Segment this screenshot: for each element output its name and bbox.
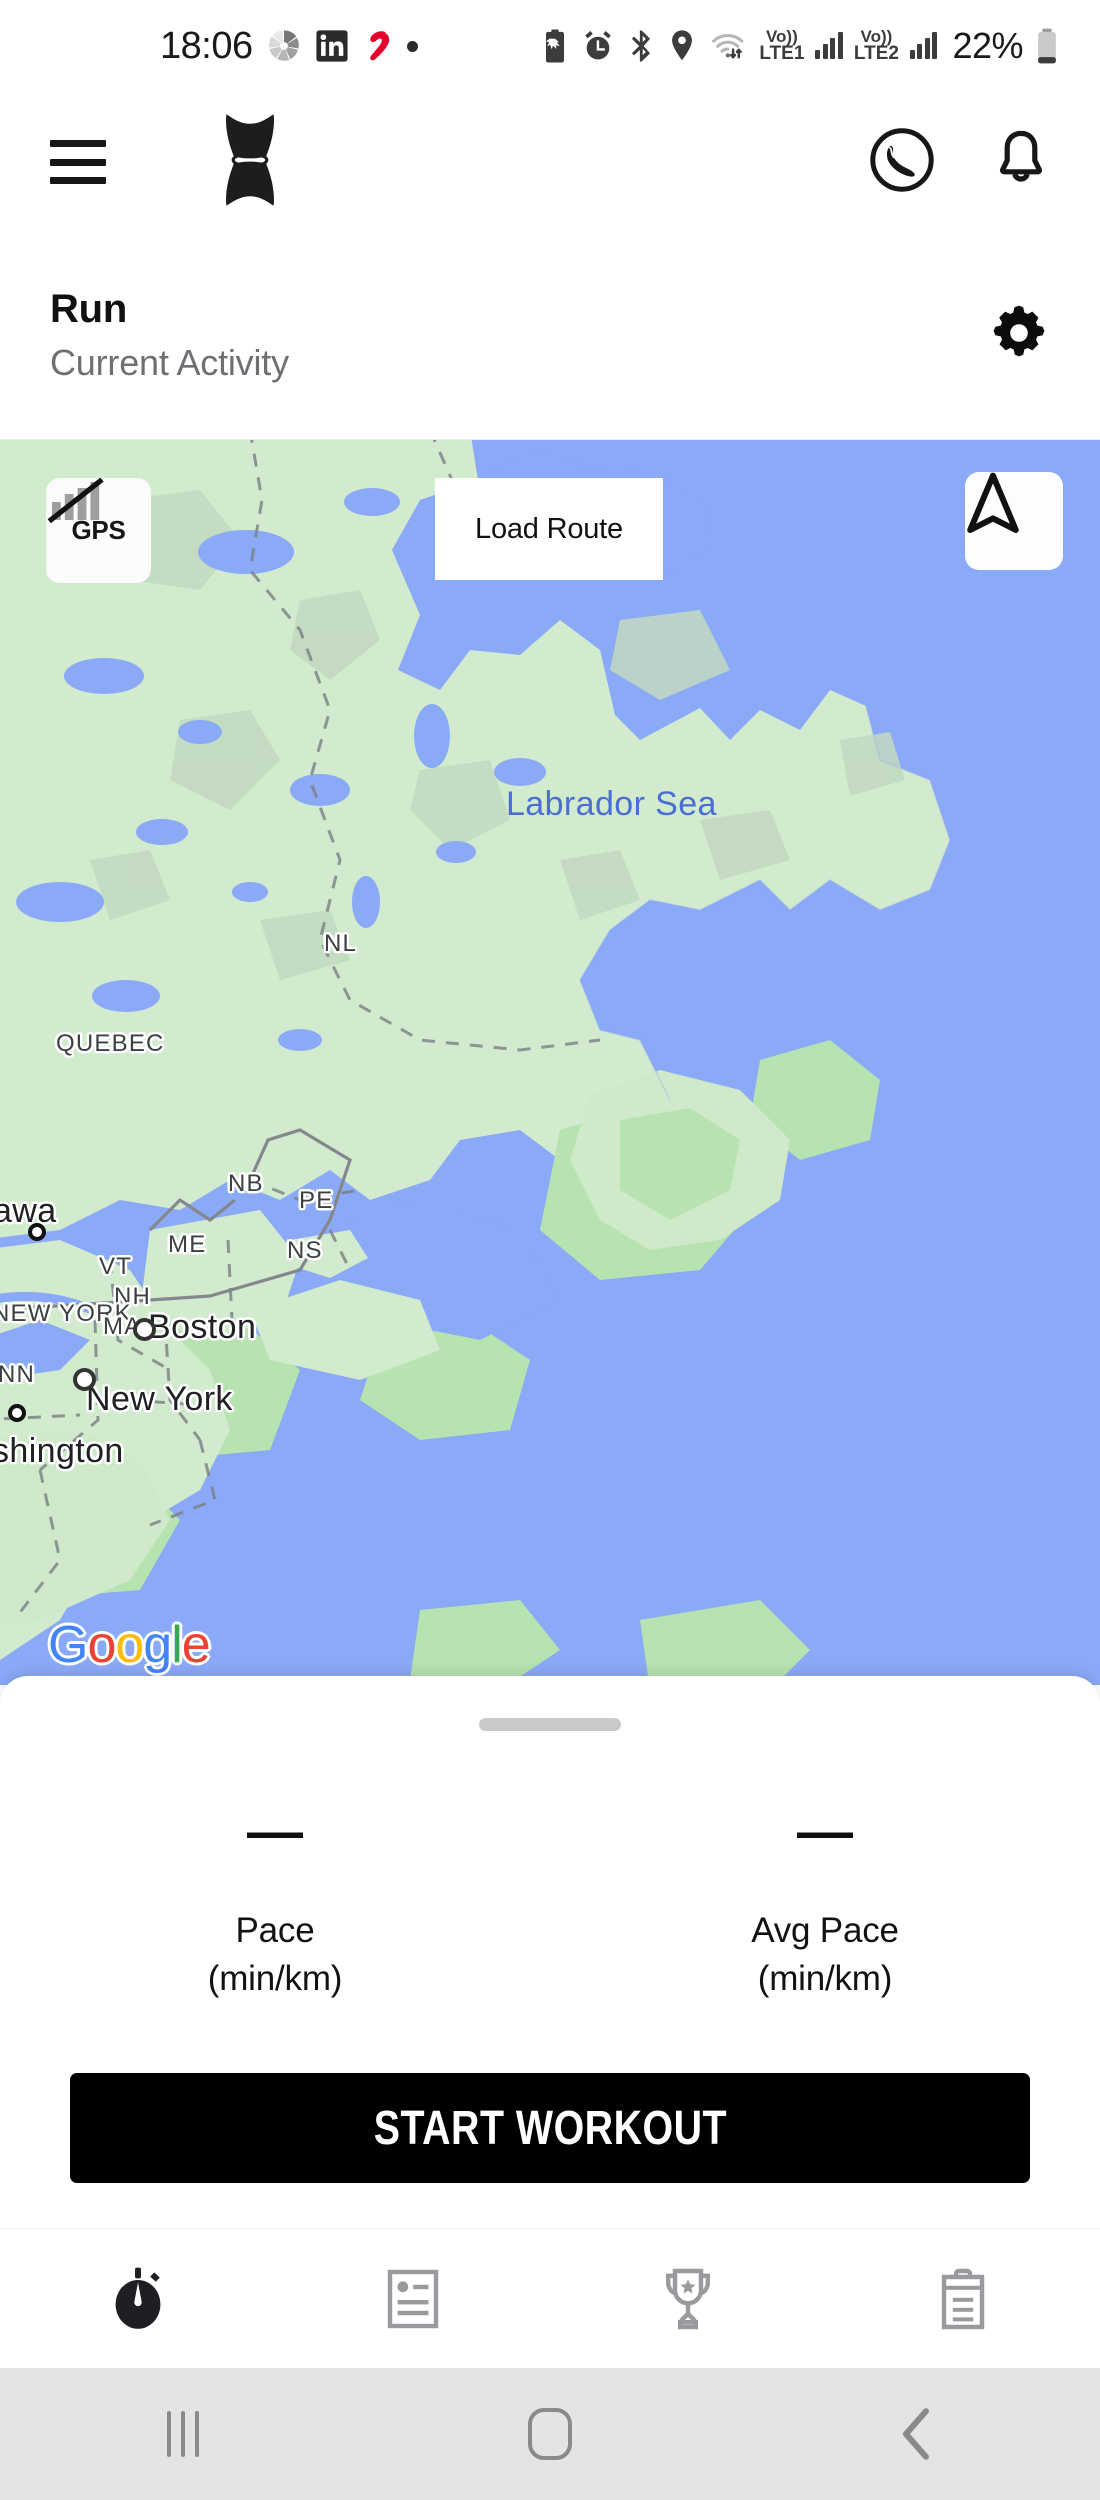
alarm-icon bbox=[585, 30, 612, 60]
start-workout-label: START WORKOUT bbox=[373, 2101, 727, 2155]
sim1-volte-badge: Vo)) LTE1 bbox=[759, 29, 805, 65]
stat-pace-value: — bbox=[247, 1799, 303, 1862]
shoe-in-circle-icon[interactable] bbox=[868, 126, 936, 199]
linkedin-icon bbox=[316, 30, 348, 62]
google-attribution: G o o g l e bbox=[48, 1616, 211, 1674]
sim2-network-label: LTE2 bbox=[853, 43, 899, 65]
battery-icon bbox=[1038, 28, 1056, 64]
sim1-signal-icon bbox=[815, 32, 843, 59]
android-recents-button[interactable] bbox=[0, 2411, 367, 2457]
android-navigation-bar bbox=[0, 2368, 1100, 2500]
wifi-icon bbox=[712, 34, 744, 59]
sim1-network-label: LTE1 bbox=[759, 43, 805, 65]
gps-status-badge[interactable]: GPS bbox=[46, 478, 151, 583]
airtel-icon bbox=[369, 31, 389, 61]
status-bar-right: Vo)) LTE1 Vo)) LTE2 22% bbox=[540, 25, 1060, 67]
back-icon bbox=[902, 2408, 929, 2460]
google-letter-g1: G bbox=[48, 1616, 88, 1674]
gps-signal-off-icon bbox=[47, 478, 104, 524]
map-label-quebec: QUEBEC bbox=[56, 1030, 165, 1057]
map-dot-boston bbox=[133, 1318, 156, 1341]
nav-item-training-plan[interactable] bbox=[825, 2267, 1100, 2331]
app-bar-actions bbox=[868, 126, 1050, 199]
map-label-nb: NB bbox=[228, 1170, 264, 1197]
app-screen: 18:06 Vo)) LTE1 Vo)) LTE2 22% Run Curren… bbox=[0, 0, 1100, 2500]
dot-icon bbox=[406, 40, 418, 52]
map-label-ns: NS bbox=[287, 1237, 323, 1264]
page-title-block: Run Current Activity bbox=[50, 287, 289, 384]
recents-icon bbox=[167, 2411, 200, 2457]
google-letter-l: l bbox=[171, 1616, 183, 1674]
map-label-nl: NL bbox=[324, 930, 358, 957]
google-letter-g2: g bbox=[143, 1616, 172, 1674]
map-view[interactable]: Labrador Sea NL QUEBEC NB PE ME NS VT NH… bbox=[0, 440, 1100, 1685]
gear-icon[interactable] bbox=[988, 302, 1050, 369]
bluetooth-icon bbox=[632, 30, 651, 62]
stat-avg-pace-value: — bbox=[797, 1799, 853, 1862]
map-label-boston: Boston bbox=[148, 1308, 257, 1346]
hamburger-menu-icon[interactable] bbox=[50, 140, 106, 184]
google-letter-o1: o bbox=[87, 1616, 116, 1674]
map-label-pe: PE bbox=[299, 1187, 334, 1214]
sim2-volte-badge: Vo)) LTE2 bbox=[853, 29, 899, 65]
status-bar: 18:06 Vo)) LTE1 Vo)) LTE2 22% bbox=[0, 0, 1100, 92]
start-workout-button[interactable]: START WORKOUT bbox=[70, 2073, 1030, 2183]
android-home-button[interactable] bbox=[367, 2408, 734, 2460]
map-label-me: ME bbox=[168, 1231, 207, 1258]
map-label-ottawa: awa bbox=[0, 1192, 57, 1230]
location-icon bbox=[672, 30, 693, 61]
android-back-button[interactable] bbox=[733, 2408, 1100, 2460]
activity-header: Run Current Activity bbox=[0, 232, 1100, 440]
map-label-washington: shington bbox=[0, 1432, 124, 1470]
feed-card-icon bbox=[387, 2269, 438, 2328]
nav-item-challenges[interactable] bbox=[550, 2267, 825, 2331]
sheet-drag-handle[interactable] bbox=[479, 1718, 621, 1731]
stat-pace-label-line1: Pace bbox=[235, 1911, 315, 1950]
google-letter-e: e bbox=[181, 1616, 211, 1674]
battery-saver-icon bbox=[546, 29, 565, 63]
page-subtitle: Current Activity bbox=[50, 342, 289, 383]
status-bar-left: 18:06 bbox=[160, 25, 418, 68]
stat-pace: — Pace (min/km) bbox=[0, 1803, 550, 2004]
stat-avg-pace: — Avg Pace (min/km) bbox=[550, 1803, 1100, 2004]
nav-item-feed[interactable] bbox=[275, 2268, 550, 2330]
google-letter-o2: o bbox=[115, 1616, 144, 1674]
trophy-icon bbox=[665, 2268, 710, 2329]
stat-pace-label-line2: (min/km) bbox=[207, 1959, 343, 1999]
notification-bell-icon[interactable] bbox=[992, 129, 1050, 196]
map-dot-new-york bbox=[73, 1368, 96, 1391]
map-label-vt: VT bbox=[99, 1253, 133, 1280]
bottom-navigation bbox=[0, 2228, 1100, 2368]
clipboard-icon bbox=[941, 2268, 984, 2329]
home-icon bbox=[528, 2408, 572, 2460]
stat-pace-label: Pace (min/km) bbox=[208, 1907, 343, 2004]
map-label-penn: NN bbox=[0, 1361, 36, 1388]
map-label-labrador-sea: Labrador Sea bbox=[506, 785, 717, 823]
status-time: 18:06 bbox=[160, 24, 253, 67]
under-armour-logo bbox=[176, 113, 324, 211]
stat-avg-pace-label-line2: (min/km) bbox=[757, 1959, 893, 1999]
sim2-signal-icon bbox=[909, 32, 938, 59]
stat-avg-pace-label: Avg Pace (min/km) bbox=[751, 1907, 899, 2004]
battery-percent: 22% bbox=[952, 25, 1023, 66]
map-canvas bbox=[0, 440, 1100, 1685]
load-route-button[interactable]: Load Route bbox=[435, 478, 663, 580]
stats-row: — Pace (min/km) — Avg Pace (min/km) bbox=[0, 1803, 1100, 2004]
app-bar bbox=[0, 92, 1100, 232]
stopwatch-icon bbox=[115, 2267, 160, 2329]
map-dot-washington bbox=[8, 1404, 26, 1422]
stat-avg-pace-label-line1: Avg Pace bbox=[751, 1911, 899, 1950]
map-dot-ottawa bbox=[28, 1223, 46, 1241]
map-label-new-york-city: New York bbox=[86, 1380, 233, 1418]
page-title: Run bbox=[50, 287, 128, 331]
loading-circle-icon bbox=[268, 30, 299, 61]
nav-item-stopwatch[interactable] bbox=[0, 2266, 275, 2332]
navigation-arrow-icon[interactable] bbox=[965, 472, 1063, 570]
